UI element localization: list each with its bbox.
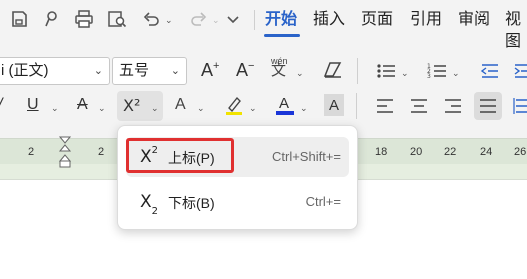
more-icon[interactable]	[222, 8, 244, 30]
font-color-dropdown-icon[interactable]: ⌄	[300, 103, 308, 113]
highlight-pen-icon[interactable]	[222, 93, 246, 117]
ruler-number: 2	[28, 146, 35, 158]
underline-dropdown-icon[interactable]: ⌄	[51, 103, 59, 113]
ruler-number: 26	[514, 146, 527, 158]
toolbar-separator	[254, 10, 255, 30]
tab-references[interactable]: 引用	[410, 9, 442, 31]
justify-icon[interactable]	[474, 92, 502, 120]
tab-view[interactable]: 视图	[505, 9, 527, 53]
font-size-select[interactable]: 五号 ⌄	[112, 57, 187, 85]
align-right-icon[interactable]	[442, 96, 464, 116]
redo-icon[interactable]	[188, 8, 210, 30]
highlight-dropdown-icon[interactable]: ⌄	[249, 103, 257, 113]
tab-review[interactable]: 审阅	[458, 9, 490, 31]
tab-layout[interactable]: 页面	[361, 9, 393, 31]
menu-item-shortcut: Ctrl+Shift+=	[271, 149, 341, 164]
ruler-number: 18	[375, 146, 388, 158]
bullet-dropdown-icon[interactable]: ⌄	[401, 68, 409, 78]
ruler-number: 22	[444, 146, 457, 158]
svg-text:A: A	[279, 95, 289, 112]
menu-item-subscript[interactable]: X2 下标(B) Ctrl+=	[126, 182, 349, 222]
undo-dropdown-icon[interactable]: ⌄	[165, 15, 173, 25]
numbered-list-icon[interactable]: 123	[425, 60, 449, 82]
chevron-down-icon: ⌄	[93, 65, 103, 77]
clear-format-icon[interactable]	[320, 58, 346, 82]
print-icon[interactable]	[72, 8, 96, 30]
numbered-dropdown-icon[interactable]: ⌄	[452, 68, 460, 78]
save-icon[interactable]	[8, 8, 30, 30]
annotation-highlight-box	[126, 138, 234, 173]
active-tab-indicator	[264, 34, 300, 37]
subscript-icon: X2	[140, 192, 159, 218]
underline-icon[interactable]: U	[27, 95, 39, 115]
superscript-dropdown-icon[interactable]: ⌄	[151, 103, 159, 113]
group-separator	[356, 93, 357, 119]
bullet-list-icon[interactable]	[374, 60, 398, 82]
pinyin-guide-icon[interactable]: wén 文	[271, 56, 288, 78]
strikethrough-icon[interactable]: A	[77, 95, 88, 115]
redo-dropdown-icon[interactable]: ⌄	[212, 15, 220, 25]
group-separator	[357, 58, 358, 84]
ruler-number: 24	[480, 146, 493, 158]
ruler-number: 20	[410, 146, 423, 158]
decrease-indent-icon[interactable]	[478, 60, 502, 82]
text-effect-dropdown-icon[interactable]: ⌄	[197, 103, 205, 113]
superscript-icon[interactable]: X²	[123, 96, 140, 116]
font-name-value: i (正文)	[1, 62, 49, 79]
shrink-font-icon[interactable]: A−	[236, 60, 254, 83]
align-left-icon[interactable]	[374, 96, 396, 116]
strike-dropdown-icon[interactable]: ⌄	[98, 103, 106, 113]
indent-marker-icon[interactable]	[58, 134, 72, 172]
font-color-icon[interactable]: A	[273, 93, 297, 117]
distributed-icon[interactable]	[512, 96, 527, 116]
menu-item-label: 下标(B)	[168, 195, 215, 211]
text-effect-icon[interactable]: A	[175, 95, 186, 115]
increase-indent-icon[interactable]	[512, 60, 527, 82]
print-preview-icon[interactable]	[105, 8, 129, 30]
format-painter-icon[interactable]	[40, 8, 62, 30]
align-center-icon[interactable]	[408, 96, 430, 116]
tab-insert[interactable]: 插入	[313, 9, 345, 31]
grow-font-icon[interactable]: A+	[201, 60, 219, 83]
ruler-number: 2	[98, 146, 105, 158]
pinyin-dropdown-icon[interactable]: ⌄	[296, 68, 304, 78]
font-size-value: 五号	[119, 62, 150, 79]
font-name-select[interactable]: i (正文) ⌄	[0, 57, 110, 85]
tab-home[interactable]: 开始	[265, 9, 297, 31]
chevron-down-icon: ⌄	[170, 65, 180, 77]
char-shading-icon[interactable]: A	[323, 93, 345, 117]
menu-item-shortcut: Ctrl+=	[305, 194, 341, 209]
italic-partial-icon[interactable]: /	[0, 95, 2, 115]
svg-text:3: 3	[427, 73, 431, 80]
undo-icon[interactable]	[140, 8, 162, 30]
